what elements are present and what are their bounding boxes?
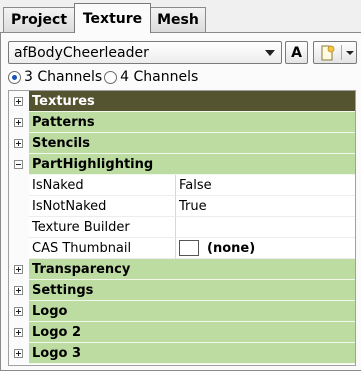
radio-4-channels-label[interactable]: 4 Channels	[120, 69, 198, 85]
category-row[interactable]: Logo 3	[9, 343, 355, 364]
expand-icon[interactable]	[14, 307, 23, 316]
property-name[interactable]: IsNotNaked	[29, 196, 176, 217]
category-row[interactable]: Transparency	[9, 259, 355, 280]
row-margin	[9, 133, 29, 154]
row-margin	[9, 112, 29, 133]
property-name[interactable]: IsNaked	[29, 175, 176, 196]
expand-icon[interactable]	[14, 286, 23, 295]
category-row[interactable]: Patterns	[9, 112, 355, 133]
texture-panel: afBodyCheerleader A 3 Channels 4 Channel…	[0, 32, 361, 371]
row-margin	[9, 301, 29, 322]
category-label[interactable]: Logo 3	[29, 343, 355, 364]
category-label[interactable]: PartHighlighting	[29, 154, 355, 175]
category-row[interactable]: Textures	[9, 91, 355, 112]
a-button[interactable]: A	[285, 41, 308, 64]
category-row[interactable]: Logo	[9, 301, 355, 322]
expand-icon[interactable]	[14, 328, 23, 337]
property-row[interactable]: Texture Builder	[9, 217, 355, 238]
expand-icon[interactable]	[14, 139, 23, 148]
property-name[interactable]: Texture Builder	[29, 217, 176, 238]
row-margin	[9, 343, 29, 364]
property-row[interactable]: IsNotNaked True	[9, 196, 355, 217]
category-row[interactable]: Logo 2	[9, 322, 355, 343]
resource-dropdown-value: afBodyCheerleader	[14, 44, 149, 61]
tab-project[interactable]: Project	[3, 7, 75, 32]
category-label[interactable]: Textures	[29, 91, 355, 112]
chevron-down-icon	[265, 50, 275, 56]
expand-icon[interactable]	[14, 265, 23, 274]
thumbnail-value: (none)	[207, 240, 256, 256]
row-margin	[9, 196, 29, 217]
thumbnail-swatch[interactable]	[179, 240, 199, 256]
split-separator	[341, 45, 342, 60]
resource-dropdown[interactable]: afBodyCheerleader	[8, 41, 282, 64]
row-margin	[9, 217, 29, 238]
tab-texture[interactable]: Texture	[74, 3, 151, 33]
category-label[interactable]: Settings	[29, 280, 355, 301]
expand-icon[interactable]	[14, 97, 23, 106]
property-name[interactable]: CAS Thumbnail	[29, 238, 176, 259]
new-document-icon	[321, 45, 335, 61]
radio-3-channels[interactable]	[8, 70, 21, 84]
property-row[interactable]: IsNaked False	[9, 175, 355, 196]
category-label[interactable]: Transparency	[29, 259, 355, 280]
row-margin	[9, 280, 29, 301]
row-margin	[9, 175, 29, 196]
category-label[interactable]: Stencils	[29, 133, 355, 154]
new-document-split-button[interactable]	[313, 41, 357, 64]
category-label[interactable]: Logo	[29, 301, 355, 322]
row-margin	[9, 154, 29, 175]
category-label[interactable]: Logo 2	[29, 322, 355, 343]
row-margin	[9, 259, 29, 280]
property-value[interactable]	[176, 217, 355, 238]
row-margin	[9, 91, 29, 112]
property-row[interactable]: CAS Thumbnail (none)	[9, 238, 355, 259]
collapse-icon[interactable]	[14, 160, 23, 169]
property-value-thumbnail[interactable]: (none)	[176, 238, 355, 259]
expand-icon[interactable]	[14, 118, 23, 127]
category-row[interactable]: Settings	[9, 280, 355, 301]
expand-icon[interactable]	[14, 349, 23, 358]
category-row[interactable]: Stencils	[9, 133, 355, 154]
radio-4-channels[interactable]	[104, 70, 118, 84]
channel-radio-group: 3 Channels 4 Channels	[8, 68, 198, 86]
category-row[interactable]: PartHighlighting	[9, 154, 355, 175]
category-label[interactable]: Patterns	[29, 112, 355, 133]
row-margin	[9, 322, 29, 343]
property-grid: Textures Patterns Stencils PartHighlight…	[8, 90, 356, 366]
property-value[interactable]: False	[176, 175, 355, 196]
tab-mesh[interactable]: Mesh	[150, 7, 206, 32]
radio-3-channels-label[interactable]: 3 Channels	[24, 69, 102, 85]
dropdown-arrow-icon[interactable]	[346, 51, 354, 55]
property-value[interactable]: True	[176, 196, 355, 217]
row-margin	[9, 238, 29, 259]
tab-strip: Project Texture Mesh	[0, 0, 361, 33]
